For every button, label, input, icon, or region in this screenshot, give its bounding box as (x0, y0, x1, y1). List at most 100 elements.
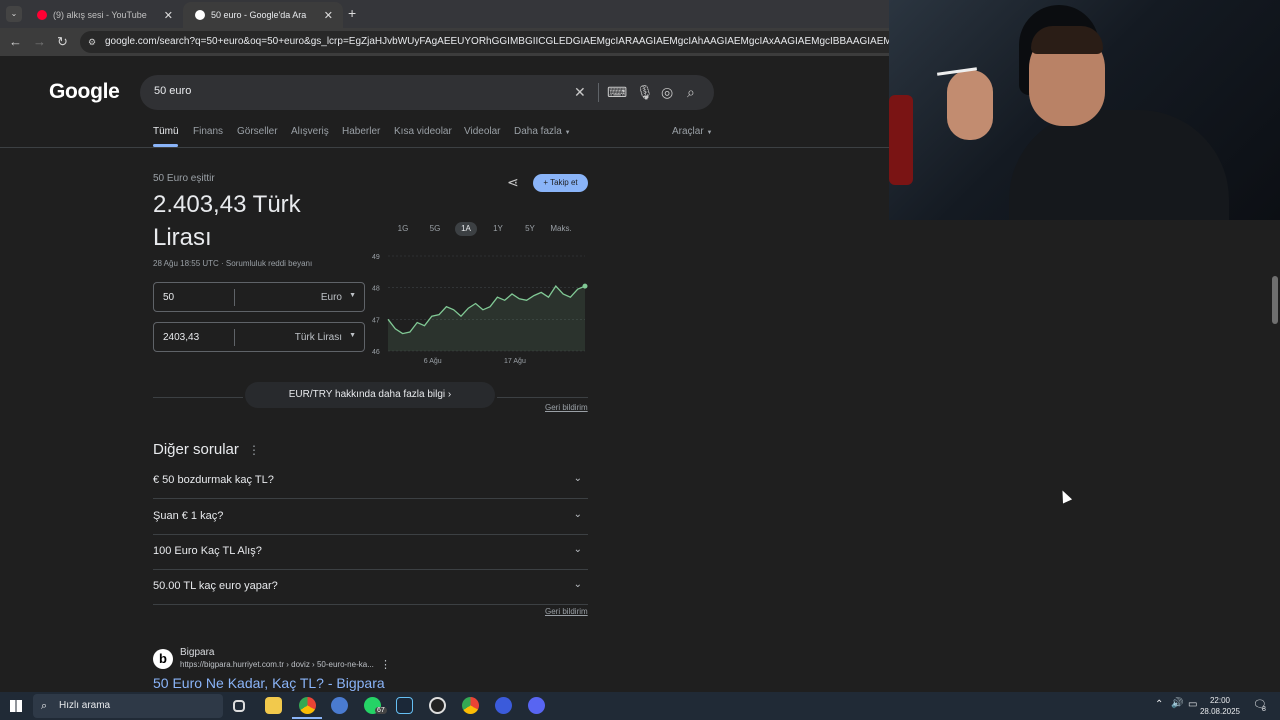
steam-icon[interactable] (396, 697, 413, 714)
chrome-icon[interactable] (299, 697, 316, 714)
chrome-icon[interactable] (462, 697, 479, 714)
to-currency-select[interactable]: Türk Lirası (295, 332, 342, 343)
to-value: 2403,43 (163, 332, 200, 343)
caret-down-icon: ▼ (349, 332, 356, 339)
chevron-down-icon[interactable]: ⌄ (574, 579, 582, 590)
tab-label: 50 euro - Google'da Ara (211, 10, 307, 20)
share-icon[interactable]: ⋖ (507, 174, 519, 191)
google-logo[interactable]: Google (49, 80, 120, 104)
from-currency-select[interactable]: Euro (321, 292, 342, 303)
file-explorer-icon[interactable] (265, 697, 282, 714)
tab-shopping[interactable]: Alışveriş (291, 126, 329, 137)
paa-item[interactable]: 100 Euro Kaç TL Alış? ⌄ (153, 535, 588, 570)
site-info-icon[interactable]: ⚙ (88, 31, 96, 53)
tab-short-videos[interactable]: Kısa videolar (394, 126, 452, 137)
task-view-icon[interactable] (233, 700, 245, 712)
paa-title: Diğer sorular (153, 441, 239, 458)
camera-icon[interactable]: ◎ (661, 84, 673, 101)
taskbar-search[interactable]: ⌕ Hızlı arama (33, 694, 223, 718)
tab-images[interactable]: Görseller (237, 126, 278, 137)
divider (497, 397, 588, 398)
divider (234, 329, 235, 346)
app-icon[interactable] (495, 697, 512, 714)
close-tab-icon[interactable]: ✕ (164, 9, 173, 22)
range-5y[interactable]: 5Y (520, 222, 540, 236)
conversion-label: 50 Euro eşittir (153, 173, 215, 184)
feedback-link[interactable]: Geri bildirim (545, 403, 588, 412)
tab-youtube[interactable]: (9) alkış sesi - YouTube ✕ (25, 2, 183, 28)
reload-icon[interactable]: ↻ (57, 34, 68, 50)
paa-question: € 50 bozdurmak kaç TL? (153, 474, 274, 486)
range-max[interactable]: Maks. (547, 222, 575, 236)
range-1y[interactable]: 1Y (488, 222, 508, 236)
tab-google-search[interactable]: 50 euro - Google'da Ara ✕ (183, 2, 343, 28)
more-info-button[interactable]: EUR/TRY hakkında daha fazla bilgi › (245, 382, 495, 408)
timestamp: 28 Ağu 18:55 UTC · Sorumluluk reddi beya… (153, 259, 313, 268)
chevron-down-icon[interactable]: ⌄ (574, 509, 582, 520)
search-input[interactable]: 50 euro ✕ ⌨ 🎙 ◎ ⌕ (140, 75, 714, 110)
search-icon[interactable]: ⌕ (687, 84, 695, 101)
paa-item[interactable]: 50.00 TL kaç euro yapar? ⌄ (153, 570, 588, 605)
new-tab-icon[interactable]: + (348, 5, 356, 21)
follow-button[interactable]: + Takip et (533, 174, 588, 192)
obs-icon[interactable] (429, 697, 446, 714)
keyboard-icon[interactable]: ⌨ (607, 84, 627, 101)
caret-down-icon: ▼ (564, 130, 571, 136)
close-tab-icon[interactable]: ✕ (324, 9, 333, 22)
feedback-link[interactable]: Geri bildirim (545, 607, 588, 616)
tab-finance[interactable]: Finans (193, 126, 223, 137)
conversion-result: 2.403,43 Türk Lirası (153, 191, 301, 251)
tab-videos[interactable]: Videolar (464, 126, 501, 137)
youtube-icon (37, 10, 47, 20)
chevron-down-icon[interactable]: ⌄ (574, 473, 582, 484)
chevron-down-icon[interactable]: ⌄ (574, 544, 582, 555)
paa-question: 50.00 TL kaç euro yapar? (153, 580, 278, 592)
tools-button[interactable]: Araçlar ▼ (672, 126, 712, 137)
clear-icon[interactable]: ✕ (574, 84, 586, 101)
tab-all[interactable]: Tümü (153, 126, 179, 137)
range-5d[interactable]: 5G (425, 222, 445, 236)
result-site-name[interactable]: Bigpara (180, 647, 214, 658)
bottle-shape (889, 95, 913, 185)
paa-item[interactable]: € 50 bozdurmak kaç TL? ⌄ (153, 464, 588, 499)
y-tick-label: 46 (372, 349, 380, 356)
active-app-indicator (292, 717, 322, 719)
volume-icon[interactable]: 🔊 (1171, 698, 1183, 709)
microphone-icon[interactable]: 🎙 (636, 84, 654, 101)
app-icon[interactable] (331, 697, 348, 714)
result-url[interactable]: https://bigpara.hurriyet.com.tr › doviz … (180, 660, 374, 669)
to-amount-field[interactable]: 2403,43 Türk Lirası ▼ (153, 322, 365, 352)
tab-search-button[interactable]: ⌄ (6, 6, 22, 22)
from-amount-field[interactable]: 50 Euro ▼ (153, 282, 365, 312)
bigpara-logo-icon: b (153, 649, 173, 669)
google-icon (195, 10, 205, 20)
search-query: 50 euro (154, 85, 192, 97)
more-options-icon[interactable]: ⋮ (248, 443, 260, 457)
chevron-up-icon[interactable]: ⌃ (1155, 699, 1163, 710)
person-hair (1031, 26, 1103, 54)
webcam-overlay (889, 0, 1280, 220)
scrollbar-thumb[interactable] (1272, 276, 1278, 324)
back-icon[interactable]: ← (9, 34, 22, 49)
forward-icon[interactable]: → (33, 34, 46, 49)
tab-label: (9) alkış sesi - YouTube (53, 10, 147, 20)
notification-count: 8 (1262, 706, 1266, 713)
exchange-rate-chart[interactable]: 49 48 47 46 6 Ağu 17 Ağu (370, 251, 590, 371)
tab-news[interactable]: Haberler (342, 126, 380, 137)
clock[interactable]: 22:00 28.08.2025 (1200, 695, 1240, 717)
clock-date: 28.08.2025 (1199, 707, 1240, 716)
result-title-link[interactable]: 50 Euro Ne Kadar, Kaç TL? - Bigpara (153, 675, 385, 691)
discord-icon[interactable] (528, 697, 545, 714)
paa-item[interactable]: Şuan € 1 kaç? ⌄ (153, 500, 588, 535)
tab-more[interactable]: Daha fazla ▼ (514, 126, 571, 137)
x-tick-label: 17 Ağu (504, 358, 526, 365)
network-icon[interactable]: ▭ (1188, 699, 1197, 710)
taskbar-search-placeholder: Hızlı arama (59, 700, 111, 711)
more-options-icon[interactable]: ⋮ (380, 658, 391, 671)
range-1m[interactable]: 1A (455, 222, 477, 236)
start-icon[interactable] (10, 700, 22, 712)
search-icon: ⌕ (41, 700, 48, 712)
badge-count: 67 (375, 707, 387, 714)
divider (598, 83, 599, 102)
range-1d[interactable]: 1G (393, 222, 413, 236)
